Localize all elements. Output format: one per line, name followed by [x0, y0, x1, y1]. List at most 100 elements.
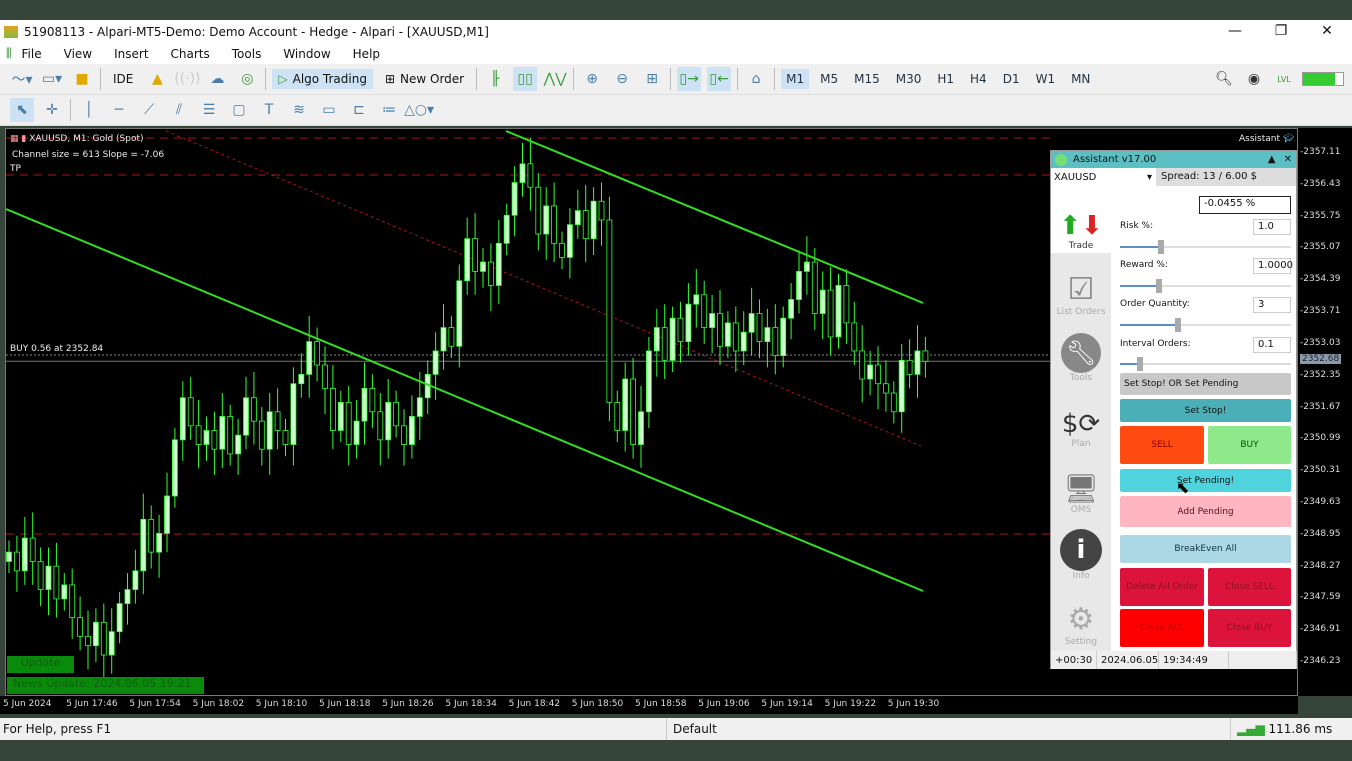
interval-orders-input[interactable]: 0.1 — [1253, 337, 1291, 353]
zoom-in-icon[interactable]: ⊕ — [580, 67, 604, 91]
tab-info[interactable]: i Info — [1051, 517, 1111, 583]
ide-button[interactable]: IDE — [107, 69, 139, 89]
tab-list-orders[interactable]: ☑ List Orders — [1051, 253, 1111, 319]
bar-chart-icon[interactable]: ╟ — [483, 67, 507, 91]
zoom-out-icon[interactable]: ⊖ — [610, 67, 634, 91]
vertical-line-icon[interactable]: │ — [77, 98, 101, 122]
minimize-button[interactable]: — — [1212, 20, 1258, 43]
rectangle-icon[interactable]: ▢ — [227, 98, 251, 122]
close-button[interactable]: ✕ — [1304, 20, 1350, 43]
price-label: 2346.23 — [1300, 656, 1340, 666]
time-label: 5 Jun 17:46 — [66, 699, 118, 709]
horizontal-line-icon[interactable]: ─ — [107, 98, 131, 122]
set-pending-button[interactable]: Set Pending! — [1120, 469, 1291, 492]
screenshot-icon[interactable]: ⌂ — [744, 67, 768, 91]
menu-charts[interactable]: Charts — [171, 47, 210, 61]
panel-header[interactable]: Assistant v17.00 ▲ ✕ — [1051, 151, 1296, 168]
lvl-icon[interactable]: LVL — [1272, 67, 1296, 91]
interval-orders-slider[interactable] — [1120, 357, 1291, 371]
order-quantity-slider[interactable] — [1120, 318, 1291, 332]
chart-shift-icon[interactable]: ▯← — [707, 67, 732, 91]
set-stop-button[interactable]: Set Stop! — [1120, 399, 1291, 422]
buy-button[interactable]: BUY — [1208, 426, 1291, 464]
percent-field[interactable]: -0.0455 % — [1199, 196, 1291, 214]
grid-icon[interactable]: ⊞ — [640, 67, 664, 91]
templates-icon[interactable]: ▭▾ — [40, 67, 64, 91]
new-order-button[interactable]: ⊞ New Order — [379, 69, 470, 89]
account-icon[interactable]: ◉ — [1242, 67, 1266, 91]
slider-knob[interactable] — [1174, 318, 1181, 332]
timeframe-m15[interactable]: M15 — [849, 69, 885, 89]
reward-input[interactable]: 1.0000 — [1253, 258, 1293, 274]
tab-trade[interactable]: ⬆⬇ Trade — [1051, 187, 1111, 253]
candle-body — [100, 621, 107, 656]
timeframe-m1[interactable]: M1 — [781, 69, 810, 89]
candlestick-icon[interactable]: ▯▯ — [513, 67, 538, 91]
slider-knob[interactable] — [1155, 279, 1162, 293]
timeframe-m30[interactable]: M30 — [891, 69, 927, 89]
vps-icon[interactable]: ◎ — [235, 67, 259, 91]
order-quantity-input[interactable]: 3 — [1253, 297, 1291, 313]
chart-type-icon[interactable]: 〜▾ — [10, 67, 34, 91]
cursor-icon[interactable]: ⬉ — [10, 98, 34, 122]
algo-trading-button[interactable]: ▷ Algo Trading — [272, 69, 373, 89]
menu-help[interactable]: Help — [353, 47, 380, 61]
collapse-icon[interactable]: ▲ — [1268, 154, 1276, 165]
tab-plan[interactable]: $⟳ Plan — [1051, 385, 1111, 451]
search-icon[interactable]: 🔍︎ — [1212, 67, 1236, 91]
timeframe-w1[interactable]: W1 — [1031, 69, 1061, 89]
chart-menu-icon[interactable]: ⫼ — [6, 46, 12, 61]
tab-tools[interactable]: 🔧︎ Tools — [1051, 319, 1111, 385]
symbol-select[interactable]: XAUUSD ▾ — [1051, 172, 1156, 183]
sell-button[interactable]: SELL — [1120, 426, 1204, 464]
tab-oms[interactable]: 🖥︎ OMS — [1051, 451, 1111, 517]
panel-close-icon[interactable]: ✕ — [1284, 154, 1292, 165]
menu-window[interactable]: Window — [283, 47, 330, 61]
menu-view[interactable]: View — [64, 47, 92, 61]
close-all-button[interactable]: Close ALL — [1120, 609, 1204, 647]
update-button[interactable]: Update — [7, 656, 74, 673]
new-order-label: New Order — [400, 72, 465, 86]
delete-all-orders-button[interactable]: Delete All Order — [1120, 568, 1204, 606]
risk-slider[interactable] — [1120, 240, 1291, 254]
slider-knob[interactable] — [1157, 240, 1164, 254]
fan-icon[interactable]: ≋ — [287, 98, 311, 122]
equidistant-channel-icon[interactable]: ⫽ — [167, 98, 191, 122]
timeframe-d1[interactable]: D1 — [998, 69, 1025, 89]
restore-button[interactable]: ❐ — [1258, 20, 1304, 43]
timeframe-h4[interactable]: H4 — [965, 69, 992, 89]
menu-tools[interactable]: Tools — [232, 47, 262, 61]
price-axis[interactable]: 2357.11 2356.43 2355.75 2355.07 2354.39 2353.… — [1298, 128, 1352, 696]
trendline-icon[interactable]: ⟋ — [137, 98, 161, 122]
shop-icon[interactable]: ▲ — [145, 67, 169, 91]
menu-insert[interactable]: Insert — [114, 47, 148, 61]
add-pending-button[interactable]: Add Pending — [1120, 496, 1291, 527]
menu-file[interactable]: File — [22, 47, 42, 61]
slider-knob[interactable] — [1137, 357, 1144, 371]
close-sell-button[interactable]: Close SELL — [1208, 568, 1291, 606]
cloud-icon[interactable]: ☁ — [205, 67, 229, 91]
news-update-label: News Update: 2024.06.05 19:21 — [7, 677, 204, 694]
close-buy-button[interactable]: Close BUY — [1208, 609, 1291, 647]
autoscroll-icon[interactable]: ▯→ — [677, 67, 702, 91]
reward-slider[interactable] — [1120, 279, 1291, 293]
timeframe-m5[interactable]: M5 — [815, 69, 843, 89]
crosshair-icon[interactable]: ✛ — [40, 98, 64, 122]
label-icon[interactable]: ⊏ — [347, 98, 371, 122]
risk-input[interactable]: 1.0 — [1253, 219, 1291, 235]
timeframe-h1[interactable]: H1 — [932, 69, 959, 89]
signals-icon[interactable]: ((·)) — [174, 67, 200, 91]
breakeven-all-button[interactable]: BreakEven All — [1120, 535, 1291, 563]
market-icon[interactable]: ■ — [70, 67, 94, 91]
fibonacci-icon[interactable]: ☰ — [197, 98, 221, 122]
time-axis[interactable]: 5 Jun 2024 5 Jun 17:46 5 Jun 17:54 5 Jun 18… — [0, 696, 1298, 714]
text-icon[interactable]: T — [257, 98, 281, 122]
button-object-icon[interactable]: ▭ — [317, 98, 341, 122]
ping-value: 111.86 ms — [1268, 722, 1333, 736]
timeframe-mn[interactable]: MN — [1066, 69, 1095, 89]
candle-body — [408, 416, 415, 445]
line-chart-icon[interactable]: ⋀⋁ — [543, 67, 567, 91]
tab-setting[interactable]: ⚙ Setting — [1051, 583, 1111, 649]
shapes-icon[interactable]: △○▾ — [404, 98, 434, 122]
objects-list-icon[interactable]: ≔ — [377, 98, 401, 122]
